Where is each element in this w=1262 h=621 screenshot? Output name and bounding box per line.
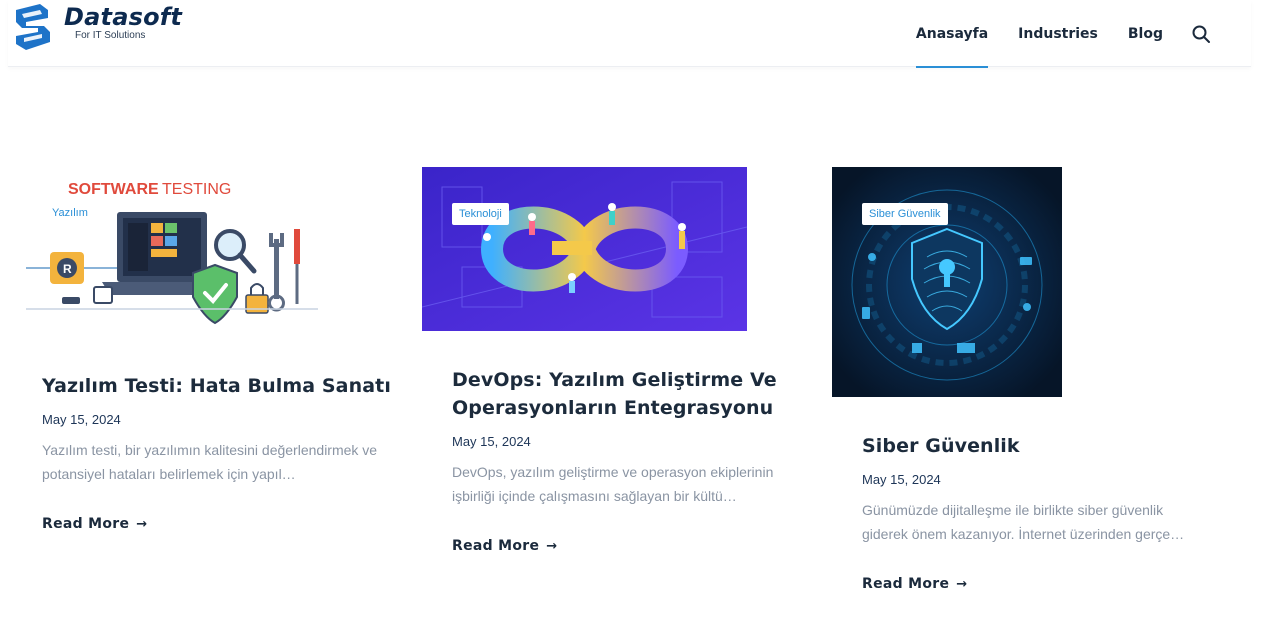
post-date: May 15, 2024 bbox=[452, 434, 531, 449]
read-more-link[interactable]: Read More → bbox=[862, 576, 967, 592]
nav-item-industries[interactable]: Industries bbox=[1018, 0, 1098, 67]
search-icon[interactable] bbox=[1191, 24, 1211, 44]
read-more-link[interactable]: Read More → bbox=[42, 516, 147, 532]
arrow-right-icon: → bbox=[136, 516, 148, 532]
post-title[interactable]: DevOps: Yazılım Geliştirme Ve Operasyonl… bbox=[452, 366, 802, 422]
category-tag-siber-guvenlik[interactable]: Siber Güvenlik bbox=[862, 203, 948, 225]
image-heading-testing: TESTING bbox=[162, 181, 231, 198]
post-card: Teknoloji DevOps: Yazılım Geliştirme Ve … bbox=[422, 167, 802, 555]
devops-illustration bbox=[422, 167, 747, 331]
post-image-cybersecurity[interactable]: Siber Güvenlik bbox=[832, 167, 1212, 397]
brand-name: Datasoft bbox=[64, 3, 183, 31]
logo[interactable]: Datasoft For IT Solutions bbox=[12, 4, 182, 50]
read-more-label: Read More bbox=[42, 516, 130, 532]
image-heading-software: SOFTWARE bbox=[68, 181, 159, 198]
software-testing-illustration: SOFTWARE TESTING R bbox=[22, 167, 322, 333]
post-card: SOFTWARE TESTING R Yazılım Yazılım Testi… bbox=[22, 167, 392, 533]
post-date: May 15, 2024 bbox=[42, 412, 121, 427]
post-image-software-testing[interactable]: SOFTWARE TESTING R Yazılım bbox=[22, 167, 392, 337]
category-tag-teknoloji[interactable]: Teknoloji bbox=[452, 203, 509, 225]
post-image-devops[interactable]: Teknoloji bbox=[422, 167, 802, 331]
read-more-label: Read More bbox=[862, 576, 950, 592]
main-nav: Anasayfa Industries Blog bbox=[886, 0, 1211, 68]
post-card: Siber Güvenlik Siber Güvenlik May 15, 20… bbox=[832, 167, 1212, 593]
post-excerpt: Yazılım testi, bir yazılımın kalitesini … bbox=[42, 442, 378, 482]
arrow-right-icon: → bbox=[956, 576, 968, 592]
read-more-link[interactable]: Read More → bbox=[452, 538, 557, 554]
datasoft-logo-icon bbox=[16, 4, 50, 50]
post-title[interactable]: Siber Güvenlik bbox=[862, 432, 1212, 460]
svg-text:R: R bbox=[63, 262, 72, 276]
arrow-right-icon: → bbox=[546, 538, 558, 554]
nav-item-anasayfa[interactable]: Anasayfa bbox=[915, 0, 989, 68]
nav-item-blog[interactable]: Blog bbox=[1128, 0, 1163, 67]
site-header: Datasoft For IT Solutions Anasayfa Indus… bbox=[8, 0, 1251, 68]
brand-tagline: For IT Solutions bbox=[75, 30, 146, 41]
post-date: May 15, 2024 bbox=[862, 472, 941, 487]
post-excerpt: DevOps, yazılım geliştirme ve operasyon … bbox=[452, 464, 774, 504]
post-excerpt: Günümüzde dijitalleşme ile birlikte sibe… bbox=[862, 502, 1185, 542]
post-title[interactable]: Yazılım Testi: Hata Bulma Sanatı bbox=[42, 372, 392, 400]
cybersecurity-illustration bbox=[832, 167, 1062, 397]
read-more-label: Read More bbox=[452, 538, 540, 554]
category-tag-yazilim[interactable]: Yazılım bbox=[52, 207, 88, 219]
